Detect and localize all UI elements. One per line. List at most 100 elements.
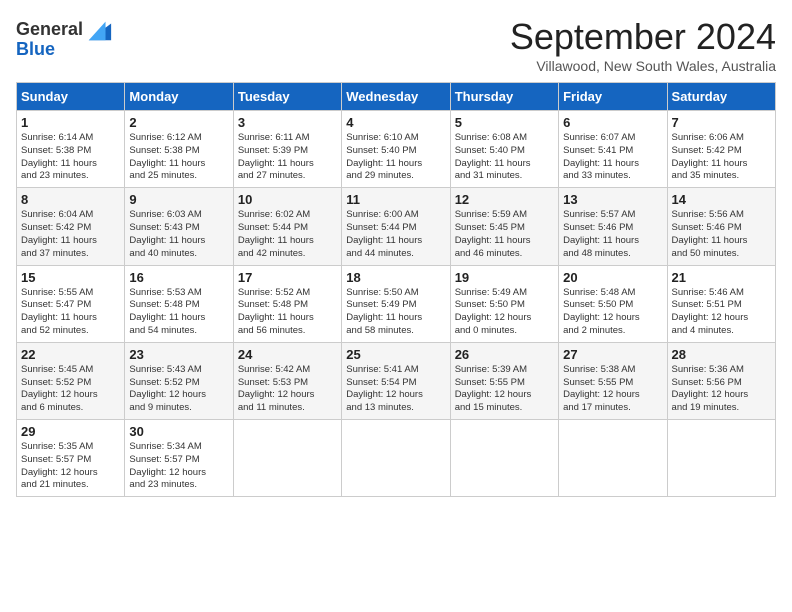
calendar-header-friday: Friday xyxy=(559,83,667,111)
calendar-cell: 19 Sunrise: 5:49 AM Sunset: 5:50 PM Dayli… xyxy=(450,265,558,342)
day-number: 12 xyxy=(455,192,554,207)
day-number: 30 xyxy=(129,424,228,439)
month-title: September 2024 xyxy=(510,16,776,58)
day-info: Sunrise: 5:46 AM Sunset: 5:51 PM Dayligh… xyxy=(672,287,771,338)
day-number: 25 xyxy=(346,347,445,362)
day-number: 19 xyxy=(455,270,554,285)
day-number: 13 xyxy=(563,192,662,207)
calendar-cell: 21 Sunrise: 5:46 AM Sunset: 5:51 PM Dayli… xyxy=(667,265,775,342)
day-number: 14 xyxy=(672,192,771,207)
day-number: 21 xyxy=(672,270,771,285)
calendar-cell: 28 Sunrise: 5:36 AM Sunset: 5:56 PM Dayli… xyxy=(667,342,775,419)
calendar-cell: 9 Sunrise: 6:03 AM Sunset: 5:43 PM Daylig… xyxy=(125,188,233,265)
day-info: Sunrise: 5:39 AM Sunset: 5:55 PM Dayligh… xyxy=(455,364,554,415)
day-number: 10 xyxy=(238,192,337,207)
calendar-table: SundayMondayTuesdayWednesdayThursdayFrid… xyxy=(16,82,776,497)
day-info: Sunrise: 5:38 AM Sunset: 5:55 PM Dayligh… xyxy=(563,364,662,415)
day-info: Sunrise: 5:36 AM Sunset: 5:56 PM Dayligh… xyxy=(672,364,771,415)
day-info: Sunrise: 6:10 AM Sunset: 5:40 PM Dayligh… xyxy=(346,132,445,183)
calendar-cell xyxy=(450,420,558,497)
day-info: Sunrise: 5:34 AM Sunset: 5:57 PM Dayligh… xyxy=(129,441,228,492)
day-number: 1 xyxy=(21,115,120,130)
day-info: Sunrise: 6:04 AM Sunset: 5:42 PM Dayligh… xyxy=(21,209,120,260)
day-info: Sunrise: 5:56 AM Sunset: 5:46 PM Dayligh… xyxy=(672,209,771,260)
calendar-header-saturday: Saturday xyxy=(667,83,775,111)
calendar-cell: 11 Sunrise: 6:00 AM Sunset: 5:44 PM Dayli… xyxy=(342,188,450,265)
day-info: Sunrise: 5:35 AM Sunset: 5:57 PM Dayligh… xyxy=(21,441,120,492)
calendar-cell: 30 Sunrise: 5:34 AM Sunset: 5:57 PM Dayli… xyxy=(125,420,233,497)
day-number: 11 xyxy=(346,192,445,207)
day-number: 9 xyxy=(129,192,228,207)
day-number: 27 xyxy=(563,347,662,362)
calendar-cell: 12 Sunrise: 5:59 AM Sunset: 5:45 PM Dayli… xyxy=(450,188,558,265)
day-info: Sunrise: 5:45 AM Sunset: 5:52 PM Dayligh… xyxy=(21,364,120,415)
day-number: 28 xyxy=(672,347,771,362)
calendar-cell: 29 Sunrise: 5:35 AM Sunset: 5:57 PM Dayli… xyxy=(17,420,125,497)
day-info: Sunrise: 6:08 AM Sunset: 5:40 PM Dayligh… xyxy=(455,132,554,183)
day-number: 22 xyxy=(21,347,120,362)
day-number: 17 xyxy=(238,270,337,285)
day-info: Sunrise: 5:49 AM Sunset: 5:50 PM Dayligh… xyxy=(455,287,554,338)
day-info: Sunrise: 6:06 AM Sunset: 5:42 PM Dayligh… xyxy=(672,132,771,183)
calendar-cell: 1 Sunrise: 6:14 AM Sunset: 5:38 PM Daylig… xyxy=(17,111,125,188)
logo-icon xyxy=(85,16,113,44)
calendar-cell: 17 Sunrise: 5:52 AM Sunset: 5:48 PM Dayli… xyxy=(233,265,341,342)
calendar-cell: 5Sunrise: 6:08 AM Sunset: 5:40 PM Daylig… xyxy=(450,111,558,188)
calendar-cell: 20Sunrise: 5:48 AM Sunset: 5:50 PM Dayli… xyxy=(559,265,667,342)
calendar-header-sunday: Sunday xyxy=(17,83,125,111)
calendar-cell: 14 Sunrise: 5:56 AM Sunset: 5:46 PM Dayli… xyxy=(667,188,775,265)
day-number: 3 xyxy=(238,115,337,130)
day-info: Sunrise: 6:14 AM Sunset: 5:38 PM Dayligh… xyxy=(21,132,120,183)
day-info: Sunrise: 5:43 AM Sunset: 5:52 PM Dayligh… xyxy=(129,364,228,415)
calendar-week-1: 1 Sunrise: 6:14 AM Sunset: 5:38 PM Daylig… xyxy=(17,111,776,188)
calendar-week-5: 29 Sunrise: 5:35 AM Sunset: 5:57 PM Dayli… xyxy=(17,420,776,497)
calendar-cell: 27 Sunrise: 5:38 AM Sunset: 5:55 PM Dayli… xyxy=(559,342,667,419)
calendar-header-tuesday: Tuesday xyxy=(233,83,341,111)
day-number: 16 xyxy=(129,270,228,285)
day-number: 7 xyxy=(672,115,771,130)
calendar-header-monday: Monday xyxy=(125,83,233,111)
calendar-cell: 25 Sunrise: 5:41 AM Sunset: 5:54 PM Dayli… xyxy=(342,342,450,419)
calendar-cell: 15 Sunrise: 5:55 AM Sunset: 5:47 PM Dayli… xyxy=(17,265,125,342)
calendar-cell: 2Sunrise: 6:12 AM Sunset: 5:38 PM Daylig… xyxy=(125,111,233,188)
calendar-cell xyxy=(667,420,775,497)
day-number: 24 xyxy=(238,347,337,362)
day-info: Sunrise: 5:53 AM Sunset: 5:48 PM Dayligh… xyxy=(129,287,228,338)
calendar-week-3: 15 Sunrise: 5:55 AM Sunset: 5:47 PM Dayli… xyxy=(17,265,776,342)
location-subtitle: Villawood, New South Wales, Australia xyxy=(510,58,776,74)
day-info: Sunrise: 6:03 AM Sunset: 5:43 PM Dayligh… xyxy=(129,209,228,260)
day-number: 18 xyxy=(346,270,445,285)
day-info: Sunrise: 5:57 AM Sunset: 5:46 PM Dayligh… xyxy=(563,209,662,260)
day-info: Sunrise: 6:00 AM Sunset: 5:44 PM Dayligh… xyxy=(346,209,445,260)
calendar-week-2: 8Sunrise: 6:04 AM Sunset: 5:42 PM Daylig… xyxy=(17,188,776,265)
header: General Blue September 2024 Villawood, N… xyxy=(16,16,776,74)
calendar-cell: 23 Sunrise: 5:43 AM Sunset: 5:52 PM Dayli… xyxy=(125,342,233,419)
day-info: Sunrise: 5:41 AM Sunset: 5:54 PM Dayligh… xyxy=(346,364,445,415)
day-number: 23 xyxy=(129,347,228,362)
day-number: 15 xyxy=(21,270,120,285)
calendar-cell: 3 Sunrise: 6:11 AM Sunset: 5:39 PM Daylig… xyxy=(233,111,341,188)
day-info: Sunrise: 6:02 AM Sunset: 5:44 PM Dayligh… xyxy=(238,209,337,260)
day-info: Sunrise: 5:48 AM Sunset: 5:50 PM Dayligh… xyxy=(563,287,662,338)
logo-general-text: General xyxy=(16,20,83,40)
day-info: Sunrise: 5:50 AM Sunset: 5:49 PM Dayligh… xyxy=(346,287,445,338)
day-number: 6 xyxy=(563,115,662,130)
calendar-cell: 7 Sunrise: 6:06 AM Sunset: 5:42 PM Daylig… xyxy=(667,111,775,188)
calendar-cell: 16 Sunrise: 5:53 AM Sunset: 5:48 PM Dayli… xyxy=(125,265,233,342)
calendar-cell xyxy=(233,420,341,497)
day-number: 29 xyxy=(21,424,120,439)
day-info: Sunrise: 5:59 AM Sunset: 5:45 PM Dayligh… xyxy=(455,209,554,260)
calendar-header-thursday: Thursday xyxy=(450,83,558,111)
day-info: Sunrise: 5:55 AM Sunset: 5:47 PM Dayligh… xyxy=(21,287,120,338)
calendar-week-4: 22 Sunrise: 5:45 AM Sunset: 5:52 PM Dayli… xyxy=(17,342,776,419)
calendar-cell: 13 Sunrise: 5:57 AM Sunset: 5:46 PM Dayli… xyxy=(559,188,667,265)
day-info: Sunrise: 6:07 AM Sunset: 5:41 PM Dayligh… xyxy=(563,132,662,183)
calendar-cell: 8Sunrise: 6:04 AM Sunset: 5:42 PM Daylig… xyxy=(17,188,125,265)
calendar-header-row: SundayMondayTuesdayWednesdayThursdayFrid… xyxy=(17,83,776,111)
title-area: September 2024 Villawood, New South Wale… xyxy=(510,16,776,74)
day-number: 26 xyxy=(455,347,554,362)
calendar-cell xyxy=(342,420,450,497)
day-number: 2 xyxy=(129,115,228,130)
day-info: Sunrise: 5:52 AM Sunset: 5:48 PM Dayligh… xyxy=(238,287,337,338)
day-info: Sunrise: 6:11 AM Sunset: 5:39 PM Dayligh… xyxy=(238,132,337,183)
